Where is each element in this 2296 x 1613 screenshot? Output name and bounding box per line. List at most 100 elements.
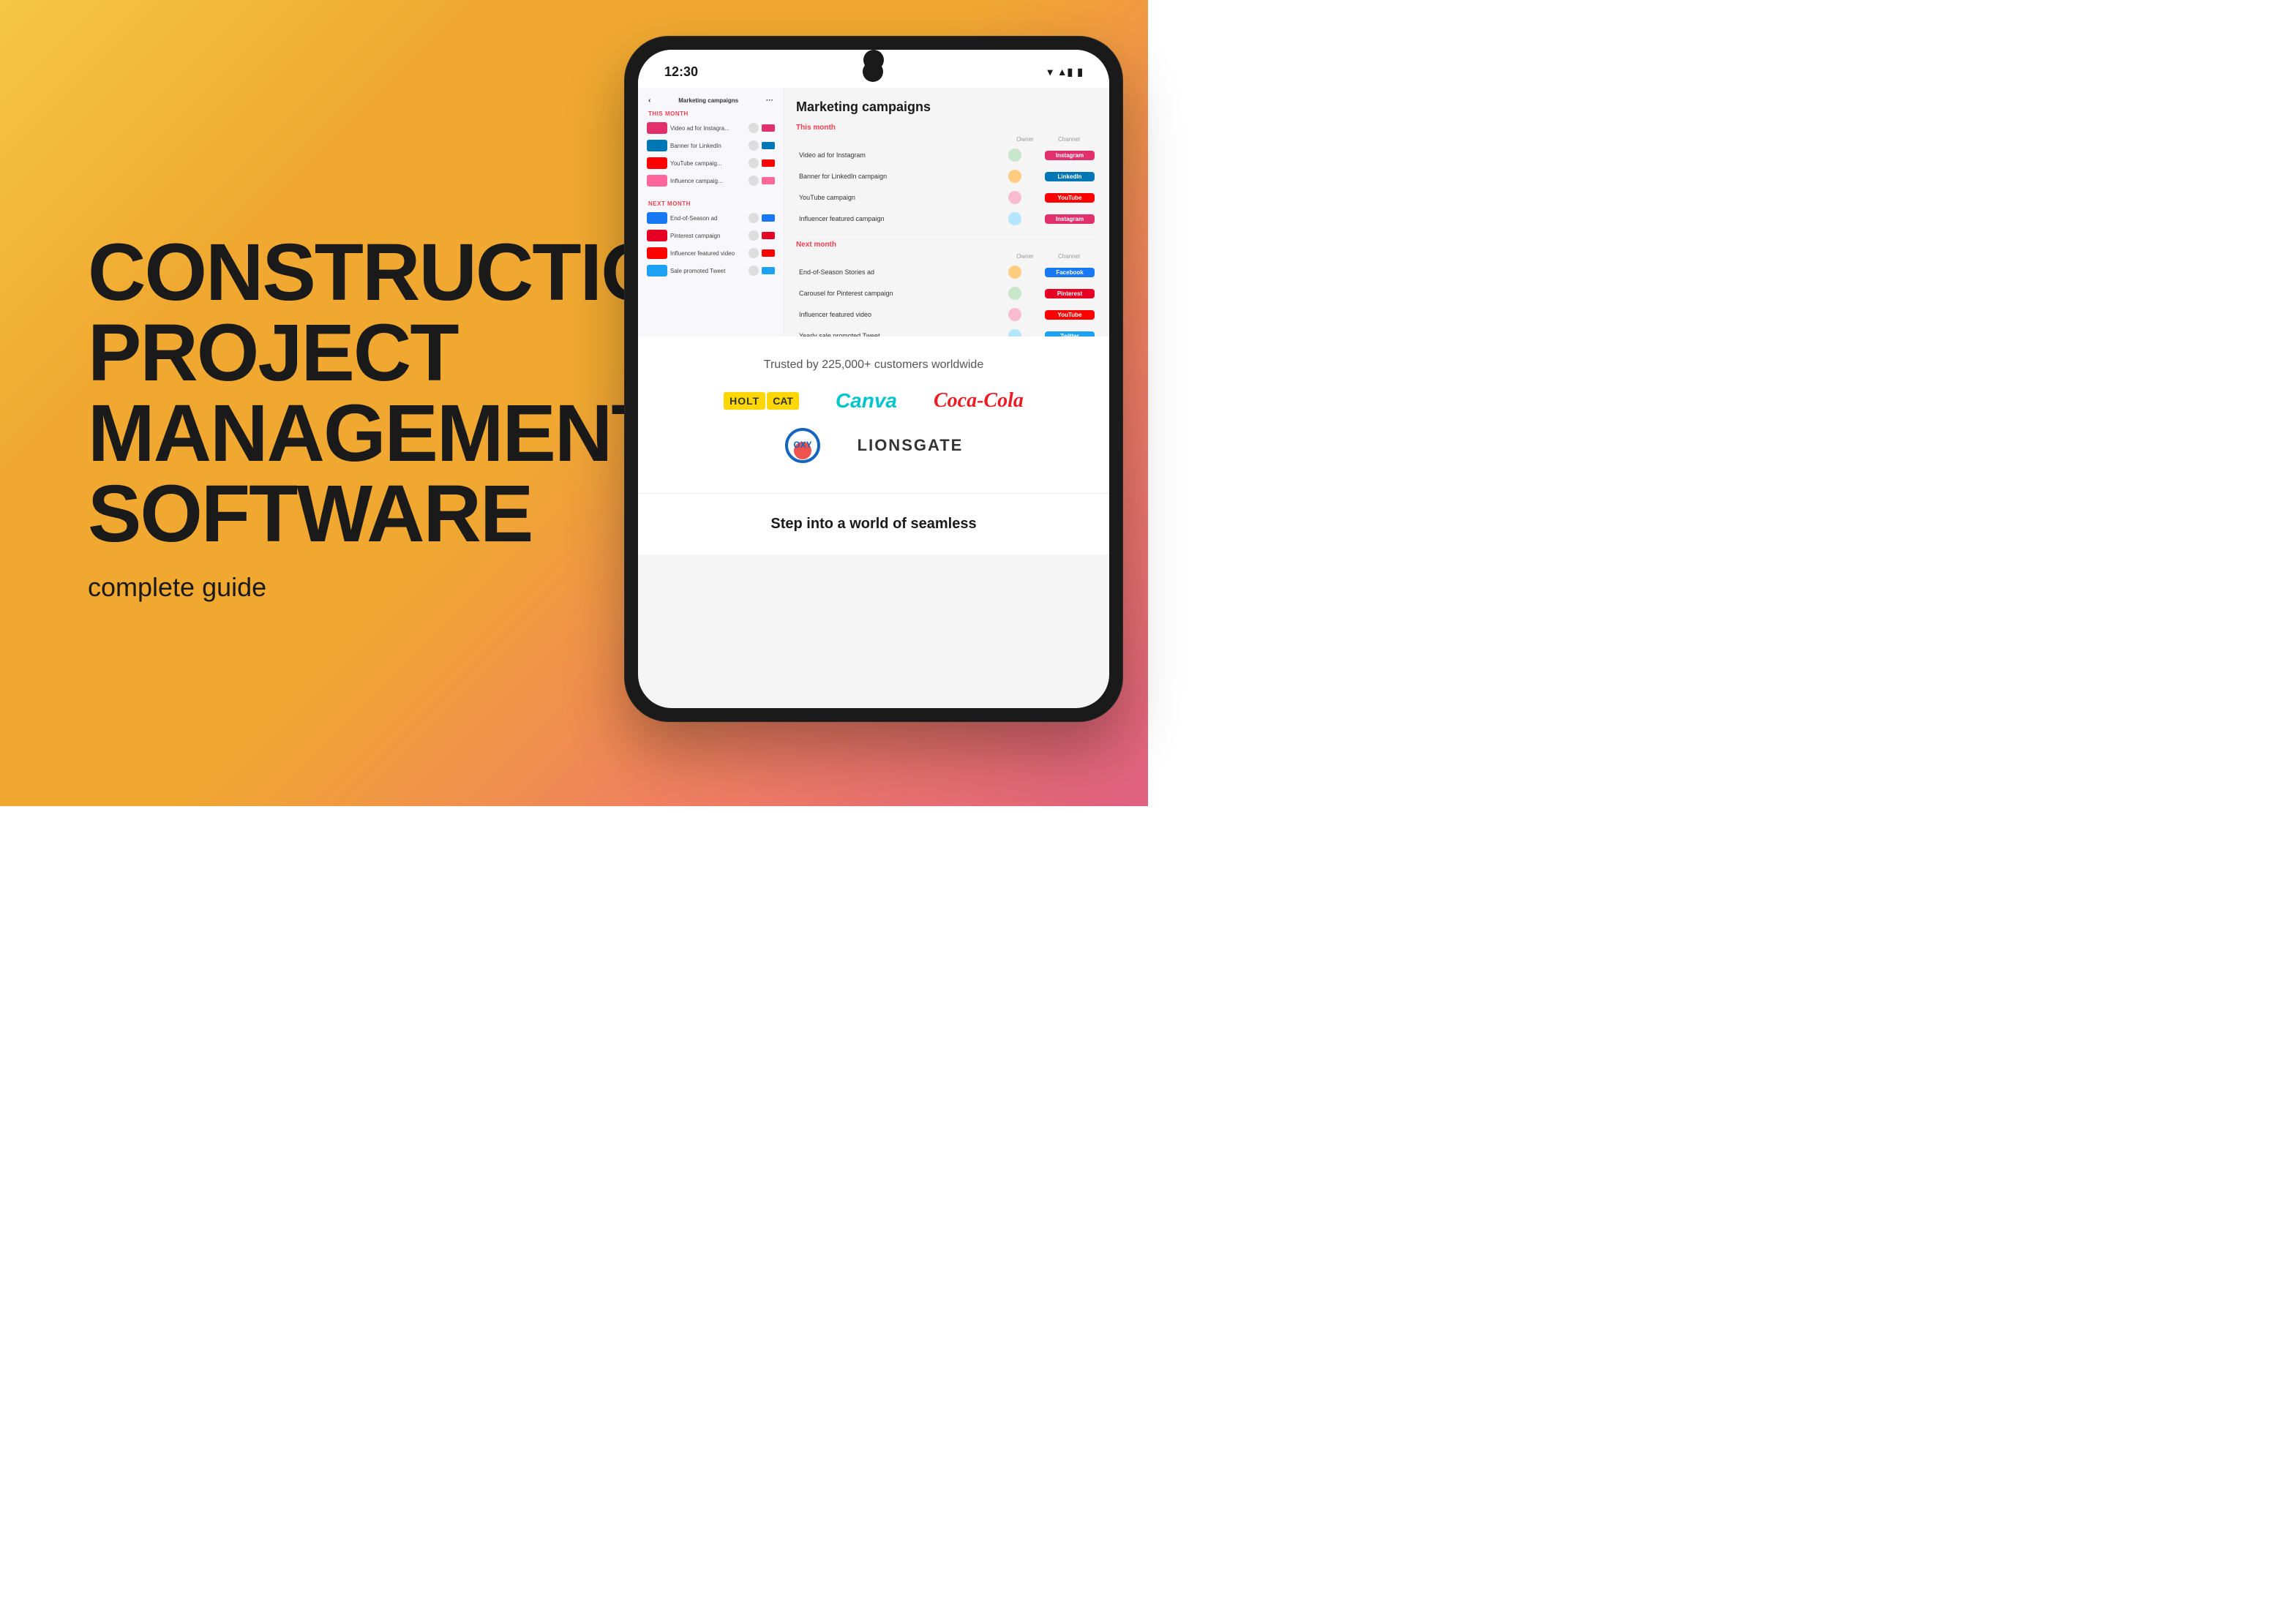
battery-icon: ▮ bbox=[1077, 66, 1083, 78]
channel-badge-instagram: Instagram bbox=[1045, 151, 1095, 160]
app-main-title: Marketing campaigns bbox=[796, 99, 1098, 115]
channel-badge-pinterest: Pinterest bbox=[1045, 289, 1095, 298]
coca-cola-logo-text: Coca-Cola bbox=[934, 389, 1024, 413]
color-block-facebook bbox=[647, 212, 667, 224]
table-row[interactable]: YouTube campaign YouTube bbox=[796, 188, 1098, 207]
table-row[interactable]: Carousel for Pinterest campaign Pinteres… bbox=[796, 284, 1098, 303]
avatar-small bbox=[749, 248, 759, 258]
section-divider bbox=[796, 234, 1098, 235]
table-headers-next-month: Owner Channel bbox=[796, 253, 1098, 260]
color-block-linkedin bbox=[647, 140, 667, 151]
sidebar-more-icon[interactable]: ··· bbox=[766, 97, 773, 105]
bottom-title: Step into a world of seamless bbox=[660, 516, 1087, 533]
avatar-small bbox=[749, 158, 759, 168]
avatar bbox=[1008, 287, 1021, 300]
avatar-small bbox=[749, 213, 759, 223]
hero-title: CONSTRUCTION PROJECT MANAGEMENT SOFTWARE bbox=[88, 233, 439, 554]
sidebar-item-facebook[interactable]: End-of-Season ad bbox=[644, 210, 778, 226]
channel-mini-badge bbox=[762, 214, 775, 222]
coca-cola-logo: Coca-Cola bbox=[934, 389, 1024, 413]
phone-screen: 12:30 ▾ ▲▮ ▮ ‹ bbox=[638, 50, 1109, 708]
sidebar-item-text: Influence campaig... bbox=[670, 178, 746, 184]
sidebar-back-icon[interactable]: ‹ bbox=[648, 97, 650, 105]
sidebar-next-month-label: Next month bbox=[648, 200, 778, 207]
table-row[interactable]: Banner for LinkedIn campaign LinkedIn bbox=[796, 167, 1098, 186]
app-sidebar: ‹ Marketing campaigns ··· This month Vid… bbox=[638, 88, 784, 336]
this-month-section-label: This month bbox=[796, 124, 1098, 132]
table-row[interactable]: End-of-Season Stories ad Facebook bbox=[796, 263, 1098, 282]
status-icons: ▾ ▲▮ ▮ bbox=[1048, 66, 1083, 78]
sidebar-item-pinterest[interactable]: Pinterest campaign bbox=[644, 228, 778, 244]
sidebar-header: ‹ Marketing campaigns ··· bbox=[644, 97, 778, 105]
sidebar-item-influencer-video[interactable]: Influencer featured video bbox=[644, 245, 778, 261]
sidebar-item-video-instagram[interactable]: Video ad for Instagra... bbox=[644, 120, 778, 136]
channel-mini-badge bbox=[762, 249, 775, 257]
sidebar-item-text: Video ad for Instagra... bbox=[670, 125, 746, 132]
signal-icon: ▲▮ bbox=[1057, 66, 1073, 78]
col-header-name bbox=[799, 136, 1007, 143]
app-main-panel: Marketing campaigns This month Owner Cha… bbox=[784, 88, 1109, 336]
oxy-logo: OXY bbox=[784, 427, 821, 464]
sidebar-this-month-label: This month bbox=[648, 110, 778, 117]
avatar bbox=[1008, 170, 1021, 183]
canva-logo: Canva bbox=[836, 389, 897, 413]
phone-frame: 12:30 ▾ ▲▮ ▮ ‹ bbox=[625, 37, 1122, 721]
wifi-icon: ▾ bbox=[1048, 66, 1053, 78]
status-time: 12:30 bbox=[664, 64, 698, 80]
sidebar-item-text: Banner for LinkedIn bbox=[670, 143, 746, 149]
table-row[interactable]: Yearly sale promoted Tweet Twitter bbox=[796, 326, 1098, 336]
avatar-small bbox=[749, 230, 759, 241]
avatar bbox=[1008, 266, 1021, 279]
channel-mini-badge bbox=[762, 142, 775, 149]
logos-row-1: HOLT CAT Canva Coca-Cola bbox=[660, 389, 1087, 413]
campaign-name-tweet: Yearly sale promoted Tweet bbox=[799, 332, 1008, 336]
sidebar-item-youtube[interactable]: YouTube campaig... bbox=[644, 155, 778, 171]
oxy-circle-svg: OXY bbox=[784, 427, 821, 464]
campaign-name: Banner for LinkedIn campaign bbox=[799, 173, 1008, 180]
channel-badge-facebook: Facebook bbox=[1045, 268, 1095, 277]
channel-badge-linkedin: LinkedIn bbox=[1045, 172, 1095, 181]
avatar-small bbox=[749, 266, 759, 276]
lionsgate-logo: LIONSGATE bbox=[858, 436, 964, 455]
channel-badge-twitter: Twitter bbox=[1045, 331, 1095, 337]
sidebar-item-text: End-of-Season ad bbox=[670, 215, 746, 222]
channel-mini-badge bbox=[762, 124, 775, 132]
channel-mini-badge bbox=[762, 267, 775, 274]
col-header-name2 bbox=[799, 253, 1007, 260]
table-row[interactable]: Influencer featured video YouTube bbox=[796, 305, 1098, 324]
campaign-name: Influencer featured campaign bbox=[799, 215, 1008, 222]
color-block-instagram bbox=[647, 122, 667, 134]
sidebar-item-tweet[interactable]: Sale promoted Tweet bbox=[644, 263, 778, 279]
channel-mini-badge bbox=[762, 232, 775, 239]
avatar-small bbox=[749, 140, 759, 151]
col-header-channel2: Channel bbox=[1043, 253, 1095, 260]
channel-badge-youtube2: YouTube bbox=[1045, 310, 1095, 320]
sidebar-item-text: Influencer featured video bbox=[670, 250, 746, 257]
channel-mini-badge bbox=[762, 159, 775, 167]
campaign-name: Carousel for Pinterest campaign bbox=[799, 290, 1008, 297]
color-block-twitter bbox=[647, 265, 667, 277]
channel-mini-badge bbox=[762, 177, 775, 184]
campaign-name: YouTube campaign bbox=[799, 194, 1008, 201]
sidebar-item-text: YouTube campaig... bbox=[670, 160, 746, 167]
avatar-small bbox=[749, 123, 759, 133]
channel-badge-youtube: YouTube bbox=[1045, 193, 1095, 203]
sidebar-title: Marketing campaigns bbox=[678, 97, 738, 104]
campaign-name: Video ad for Instagram bbox=[799, 151, 1008, 159]
sidebar-item-text: Pinterest campaign bbox=[670, 233, 746, 239]
campaign-name: End-of-Season Stories ad bbox=[799, 268, 1008, 276]
table-row[interactable]: Video ad for Instagram Instagram bbox=[796, 146, 1098, 165]
color-block-influence bbox=[647, 175, 667, 187]
table-row[interactable]: Influencer featured campaign Instagram bbox=[796, 209, 1098, 228]
hero-subtitle: complete guide bbox=[88, 572, 439, 603]
sidebar-item-linkedin[interactable]: Banner for LinkedIn bbox=[644, 138, 778, 154]
trusted-section: Trusted by 225,000+ customers worldwide … bbox=[638, 336, 1109, 493]
next-month-section-label: Next month bbox=[796, 241, 1098, 249]
avatar bbox=[1008, 329, 1021, 336]
sidebar-item-text: Sale promoted Tweet bbox=[670, 268, 746, 274]
avatar bbox=[1008, 212, 1021, 225]
campaign-name: Influencer featured video bbox=[799, 311, 1008, 318]
holt-logo-text: HOLT bbox=[724, 392, 765, 410]
sidebar-item-influence[interactable]: Influence campaig... bbox=[644, 173, 778, 189]
col-header-channel: Channel bbox=[1043, 136, 1095, 143]
